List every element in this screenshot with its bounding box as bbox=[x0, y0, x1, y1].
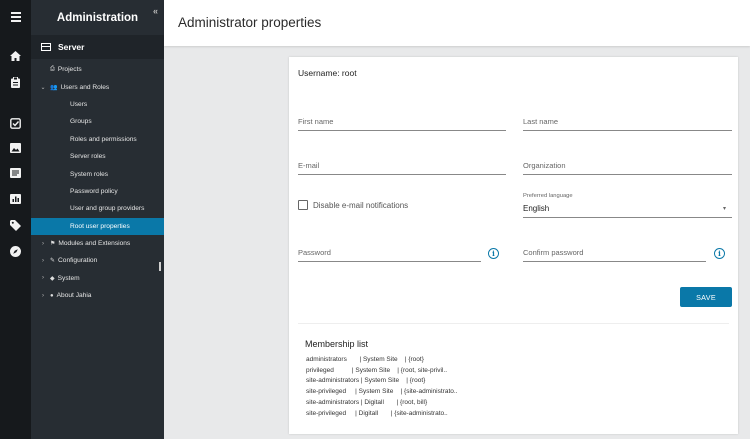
divider bbox=[298, 323, 729, 324]
sidebar-item-system-roles[interactable]: System roles bbox=[31, 165, 164, 182]
sidebar-item-about-jahia[interactable]: › ● About Jahia bbox=[31, 287, 164, 304]
sidebar-item-roles-and-permissions[interactable]: Roles and permissions bbox=[31, 131, 164, 148]
server-icon bbox=[41, 43, 51, 51]
sidebar-item-label: Server roles bbox=[70, 153, 106, 161]
about-icon: ● bbox=[50, 292, 54, 299]
organization-field[interactable]: Organization bbox=[523, 157, 732, 175]
sidebar-item-root-user-properties[interactable]: Root user properties bbox=[31, 217, 164, 235]
system-icon: ◆ bbox=[50, 275, 55, 282]
sidebar-item-user-and-group-providers[interactable]: User and group providers bbox=[31, 200, 164, 217]
site-icon[interactable] bbox=[0, 113, 31, 133]
users-icon: 👥 bbox=[50, 84, 58, 91]
page-title: Administrator properties bbox=[178, 15, 322, 30]
clipboard-icon[interactable] bbox=[0, 72, 31, 92]
password-placeholder: Password bbox=[298, 248, 331, 257]
sidebar-section-label: Server bbox=[58, 42, 85, 52]
membership-row: site-privileged | System Site | {site-ad… bbox=[306, 388, 458, 396]
icon-rail bbox=[0, 0, 31, 439]
sidebar-item-label: Modules and Extensions bbox=[58, 240, 131, 248]
chevron-right-icon[interactable]: › bbox=[39, 258, 47, 264]
sidebar-title: Administration bbox=[56, 11, 139, 24]
username-label: Username: root bbox=[298, 68, 357, 78]
chevron-down-icon[interactable]: ⌄ bbox=[39, 84, 47, 91]
admin-sidebar: Administration « Server ⎙ Projects ⌄ 👥 U… bbox=[31, 0, 164, 439]
sidebar-item-users-and-roles[interactable]: ⌄ 👥 Users and Roles bbox=[31, 78, 164, 95]
sidebar-item-groups[interactable]: Groups bbox=[31, 113, 164, 130]
preferred-language-label: Preferred language bbox=[523, 193, 573, 199]
sidebar-item-label: Users bbox=[70, 100, 88, 108]
sidebar-item-password-policy[interactable]: Password policy bbox=[31, 183, 164, 200]
sidebar-item-server-roles[interactable]: Server roles bbox=[31, 148, 164, 165]
chevron-right-icon[interactable]: › bbox=[39, 241, 47, 247]
chevron-right-icon[interactable]: › bbox=[39, 275, 47, 281]
chart-icon[interactable] bbox=[0, 189, 31, 209]
compass-icon[interactable] bbox=[0, 241, 31, 261]
membership-row: privileged | System Site | {root, site-p… bbox=[306, 366, 448, 374]
image-icon[interactable] bbox=[0, 138, 31, 158]
last-name-placeholder: Last name bbox=[523, 117, 559, 126]
list-icon[interactable] bbox=[0, 163, 31, 183]
home-icon[interactable] bbox=[0, 46, 31, 66]
membership-row: administrators | System Site | {root} bbox=[306, 356, 424, 363]
sidebar-item-label: About Jahia bbox=[56, 292, 92, 300]
checkbox-box[interactable] bbox=[298, 200, 308, 210]
membership-list: administrators | System Site | {root} pr… bbox=[306, 355, 458, 419]
checkbox-label: Disable e-mail notifications bbox=[313, 200, 409, 210]
configuration-icon: ✎ bbox=[50, 258, 56, 265]
sidebar-scrollbar[interactable] bbox=[159, 262, 161, 271]
email-field[interactable]: E-mail bbox=[298, 157, 506, 175]
sidebar-item-label: Users and Roles bbox=[60, 83, 110, 91]
sidebar-item-users[interactable]: Users bbox=[31, 96, 164, 113]
membership-row: site-privileged | Digitall | {site-admin… bbox=[306, 409, 448, 417]
sidebar-item-label: Root user properties bbox=[70, 222, 130, 230]
sidebar-item-configuration[interactable]: › ✎ Configuration bbox=[31, 252, 164, 269]
collapse-sidebar-icon[interactable]: « bbox=[153, 6, 158, 16]
sidebar-item-label: System roles bbox=[70, 170, 109, 178]
sidebar-item-label: Projects bbox=[57, 66, 82, 74]
password-info-icon[interactable]: i bbox=[488, 248, 499, 259]
projects-icon: ⎙ bbox=[50, 66, 55, 73]
preferred-language-value: English bbox=[523, 204, 550, 213]
sidebar-item-label: Groups bbox=[70, 118, 92, 126]
confirm-password-placeholder: Confirm password bbox=[523, 248, 584, 257]
sidebar-item-label: Roles and permissions bbox=[70, 135, 137, 143]
sidebar-item-system[interactable]: › ◆ System bbox=[31, 270, 164, 287]
sidebar-item-label: Configuration bbox=[58, 257, 98, 265]
tag-icon[interactable] bbox=[0, 215, 31, 235]
password-field[interactable]: Password bbox=[298, 244, 481, 262]
sidebar-item-label: System bbox=[57, 274, 80, 282]
sidebar-title-bar: Administration « bbox=[31, 0, 164, 35]
membership-row: site-administrators | Digitall | {root, … bbox=[306, 398, 428, 406]
confirm-password-info-icon[interactable]: i bbox=[714, 248, 725, 259]
disable-email-notifications-checkbox[interactable]: Disable e-mail notifications bbox=[298, 200, 408, 210]
organization-placeholder: Organization bbox=[523, 161, 566, 170]
sidebar-section-server[interactable]: Server bbox=[31, 35, 164, 59]
first-name-field[interactable]: First name bbox=[298, 113, 506, 131]
confirm-password-field[interactable]: Confirm password bbox=[523, 244, 706, 262]
page-header: Administrator properties bbox=[164, 0, 750, 46]
last-name-field[interactable]: Last name bbox=[523, 113, 732, 131]
membership-list-title: Membership list bbox=[305, 339, 369, 349]
sidebar-item-label: User and group providers bbox=[70, 205, 145, 213]
save-button[interactable]: SAVE bbox=[680, 287, 732, 307]
preferred-language-select[interactable]: Preferred language English ▾ bbox=[523, 193, 732, 218]
chevron-right-icon[interactable]: › bbox=[39, 293, 47, 299]
membership-row: site-administrators | System Site | {roo… bbox=[306, 377, 426, 385]
admin-properties-card: Username: root First name Last name E-ma… bbox=[289, 57, 738, 434]
menu-icon[interactable] bbox=[0, 7, 31, 27]
sidebar-item-label: Password policy bbox=[70, 187, 118, 195]
sidebar-item-modules-and-extensions[interactable]: › ⚑ Modules and Extensions bbox=[31, 235, 164, 252]
email-placeholder: E-mail bbox=[298, 161, 320, 170]
chevron-down-icon[interactable]: ▾ bbox=[723, 205, 726, 212]
sidebar-item-projects[interactable]: ⎙ Projects bbox=[31, 61, 164, 78]
first-name-placeholder: First name bbox=[298, 117, 334, 126]
modules-icon: ⚑ bbox=[50, 241, 56, 248]
